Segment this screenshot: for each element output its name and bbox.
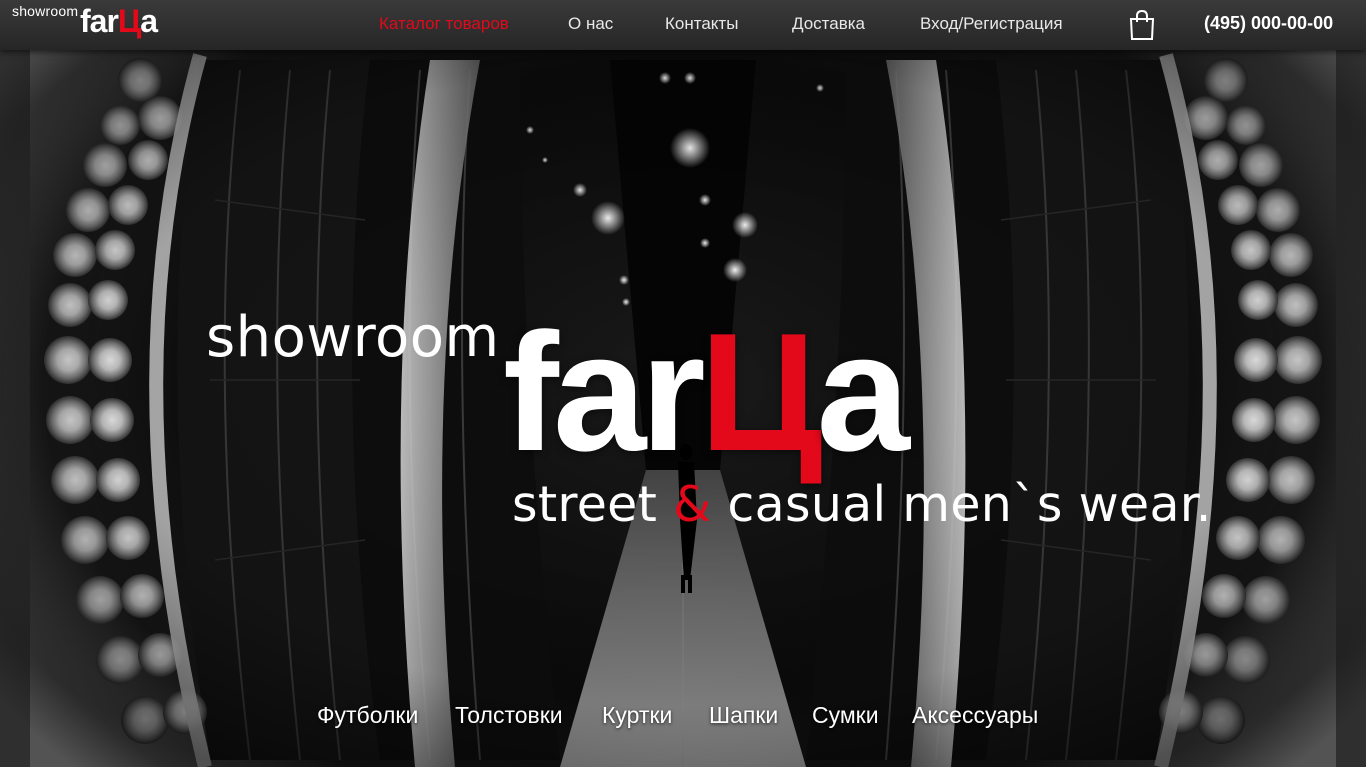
hero-brand-accent: Ц [699,298,823,486]
tagline-ampersand: & [673,476,712,533]
shopping-bag-icon[interactable] [1128,9,1156,41]
category-hoodies[interactable]: Толстовки [455,702,563,729]
hero-brand-main: far [503,298,706,486]
nav-item-delivery[interactable]: Доставка [792,14,865,34]
nav-item-catalog[interactable]: Каталог товаров [379,14,509,34]
category-accessories[interactable]: Аксессуары [912,702,1038,729]
landing-page: showroom farЦa Каталог товаров О нас Кон… [0,0,1366,767]
hero-brand-logo: farЦa [503,308,910,476]
tagline-part2: casual men`s wear. [727,476,1212,533]
nav-item-about[interactable]: О нас [568,14,613,34]
category-jackets[interactable]: Куртки [602,702,672,729]
category-bags[interactable]: Сумки [812,702,879,729]
phone-number[interactable]: (495) 000-00-00 [1204,13,1333,34]
hero-brand-end: a [816,298,909,486]
top-navigation-bar: showroom farЦa Каталог товаров О нас Кон… [0,0,1366,50]
nav-item-contacts[interactable]: Контакты [665,14,738,34]
main-navigation: Каталог товаров О нас Контакты Доставка … [0,0,1366,50]
hero-showroom-text: showroom [206,305,500,370]
tagline-part1: street [512,476,658,533]
category-hats[interactable]: Шапки [709,702,778,729]
category-tshirts[interactable]: Футболки [317,702,418,729]
hero-tagline: street & casual men`s wear. [512,476,1212,533]
category-navigation: Футболки Толстовки Куртки Шапки Сумки Ак… [0,700,1366,734]
nav-item-login-register[interactable]: Вход/Регистрация [920,14,1063,34]
